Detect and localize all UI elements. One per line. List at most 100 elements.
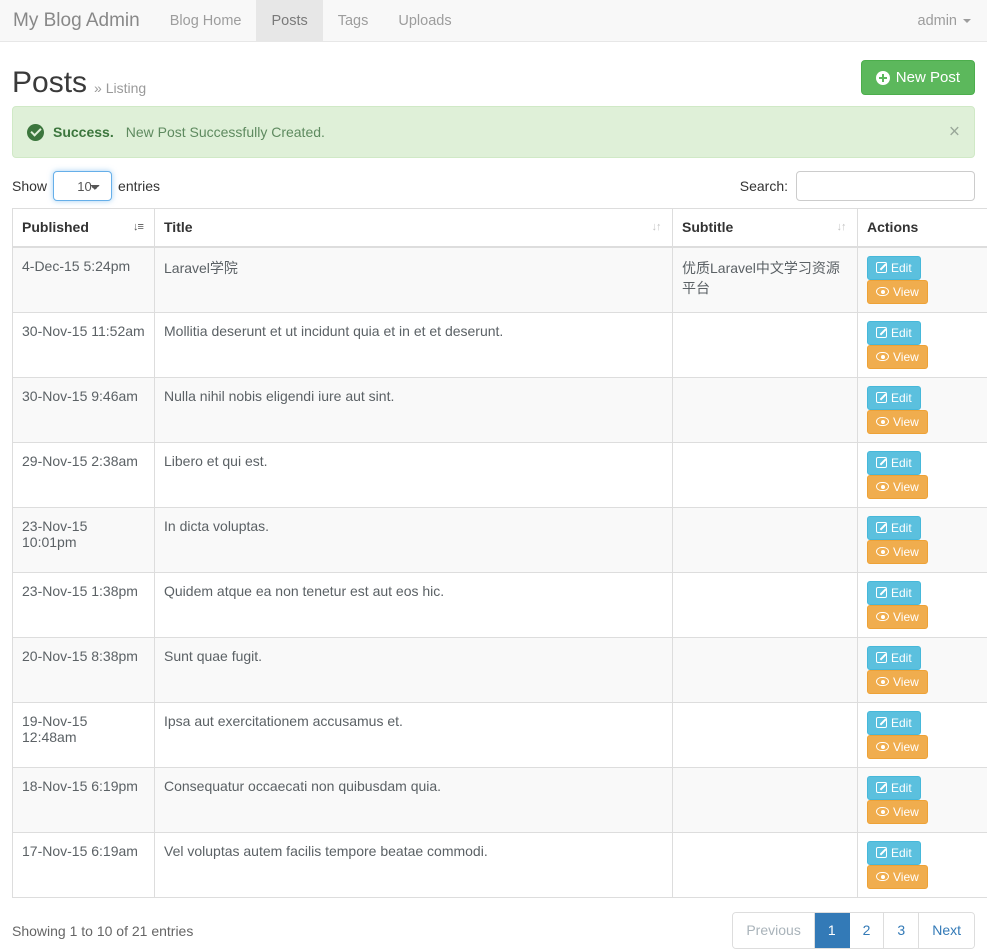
cell-actions: Edit View [858, 637, 987, 702]
cell-published: 30-Nov-15 9:46am [13, 377, 155, 442]
pencil-square-icon [876, 262, 887, 273]
search-input[interactable] [796, 171, 975, 201]
view-button[interactable]: View [867, 865, 928, 889]
edit-button[interactable]: Edit [867, 646, 921, 670]
nav-link-uploads[interactable]: Uploads [383, 0, 466, 41]
view-button[interactable]: View [867, 540, 928, 564]
show-label: Show [12, 178, 47, 194]
view-button[interactable]: View [867, 800, 928, 824]
pencil-square-icon [876, 392, 887, 403]
sort-none-icon: ↓↑ [834, 220, 848, 234]
edit-button-label: Edit [891, 522, 912, 534]
check-circle-icon [27, 124, 44, 141]
view-button[interactable]: View [867, 345, 928, 369]
entries-label: entries [118, 178, 160, 194]
entries-info: Showing 1 to 10 of 21 entries [12, 923, 193, 939]
edit-button[interactable]: Edit [867, 581, 921, 605]
edit-button[interactable]: Edit [867, 451, 921, 475]
eye-icon [876, 807, 889, 816]
cell-title: Ipsa aut exercitationem accusamus et. [155, 702, 673, 767]
cell-subtitle [673, 832, 858, 897]
eye-icon [876, 742, 889, 751]
view-button[interactable]: View [867, 735, 928, 759]
edit-button[interactable]: Edit [867, 711, 921, 735]
edit-button[interactable]: Edit [867, 516, 921, 540]
column-header-published[interactable]: Published ↓≡ [13, 209, 155, 247]
eye-icon [876, 352, 889, 361]
view-button-label: View [893, 546, 919, 558]
edit-button[interactable]: Edit [867, 256, 921, 280]
column-header-subtitle[interactable]: Subtitle↓↑ [673, 209, 858, 247]
page-button-previous: Previous [733, 913, 814, 949]
edit-button[interactable]: Edit [867, 841, 921, 865]
view-button-label: View [893, 676, 919, 688]
cell-subtitle [673, 312, 858, 377]
nav-link-posts[interactable]: Posts [256, 0, 322, 41]
user-menu[interactable]: admin [918, 13, 972, 29]
view-button-label: View [893, 416, 919, 428]
table-row: 29-Nov-15 2:38amLibero et qui est.EditVi… [13, 442, 987, 507]
cell-title: Sunt quae fugit. [155, 637, 673, 702]
cell-published: 30-Nov-15 11:52am [13, 312, 155, 377]
pencil-square-icon [876, 782, 887, 793]
cell-actions: Edit View [858, 442, 987, 507]
page-button-1[interactable]: 1 [815, 913, 850, 949]
view-button[interactable]: View [867, 475, 928, 499]
table-row: 4-Dec-15 5:24pmLaravel学院优质Laravel中文学习资源平… [13, 247, 987, 313]
breadcrumb: » Listing [94, 80, 146, 98]
cell-title: In dicta voluptas. [155, 507, 673, 572]
nav-links: Blog HomePostsTags Uploads [155, 0, 467, 41]
table-row: 23-Nov-15 1:38pmQuidem atque ea non tene… [13, 572, 987, 637]
table-row: 30-Nov-15 11:52amMollitia deserunt et ut… [13, 312, 987, 377]
brand-link[interactable]: My Blog Admin [0, 0, 155, 41]
edit-button[interactable]: Edit [867, 321, 921, 345]
page-button-2[interactable]: 2 [850, 913, 885, 949]
view-button-label: View [893, 741, 919, 753]
search-control: Search: [740, 171, 975, 201]
view-button-label: View [893, 806, 919, 818]
column-header-title[interactable]: Title↓↑ [155, 209, 673, 247]
edit-button-label: Edit [891, 327, 912, 339]
view-button-label: View [893, 351, 919, 363]
page-button-3[interactable]: 3 [884, 913, 919, 949]
cell-subtitle [673, 572, 858, 637]
nav-link-blog-home[interactable]: Blog Home [155, 0, 257, 41]
close-icon[interactable]: × [949, 123, 960, 142]
table-header-row: Published↓≡Title↓↑Subtitle↓↑Actions [13, 209, 987, 247]
navbar-right: admin [918, 0, 987, 41]
entries-length-select[interactable]: 102550100 [53, 171, 112, 201]
sort-desc-icon: ↓≡ [131, 220, 145, 234]
view-button[interactable]: View [867, 410, 928, 434]
view-button-label: View [893, 481, 919, 493]
column-header-label: Title [164, 219, 193, 235]
view-button[interactable]: View [867, 670, 928, 694]
page-header: Posts » Listing New Post [12, 42, 975, 104]
page-button-next[interactable]: Next [919, 913, 974, 949]
table-body: 4-Dec-15 5:24pmLaravel学院优质Laravel中文学习资源平… [13, 247, 987, 898]
view-button[interactable]: View [867, 280, 928, 304]
cell-title: Nulla nihil nobis eligendi iure aut sint… [155, 377, 673, 442]
pagination: Previous123Next [732, 912, 975, 950]
nav-link-tags[interactable]: Tags [323, 0, 384, 41]
pencil-square-icon [876, 717, 887, 728]
nav-link-label: Uploads [398, 13, 451, 29]
caret-down-icon [963, 19, 971, 23]
edit-button-label: Edit [891, 782, 912, 794]
edit-button[interactable]: Edit [867, 386, 921, 410]
edit-button[interactable]: Edit [867, 776, 921, 800]
column-header-label: Actions [867, 219, 918, 235]
user-menu-label: admin [918, 13, 958, 29]
pencil-square-icon [876, 327, 887, 338]
cell-actions: Edit View [858, 507, 987, 572]
cell-subtitle [673, 637, 858, 702]
pencil-square-icon [876, 652, 887, 663]
column-header-label: Published [22, 219, 89, 235]
view-button[interactable]: View [867, 605, 928, 629]
new-post-button[interactable]: New Post [861, 60, 975, 95]
table-row: 23-Nov-15 10:01pmIn dicta voluptas.EditV… [13, 507, 987, 572]
table-footer: Showing 1 to 10 of 21 entries Previous12… [12, 912, 975, 950]
cell-published: 18-Nov-15 6:19pm [13, 767, 155, 832]
eye-icon [876, 417, 889, 426]
view-button-label: View [893, 611, 919, 623]
cell-title: Vel voluptas autem facilis tempore beata… [155, 832, 673, 897]
